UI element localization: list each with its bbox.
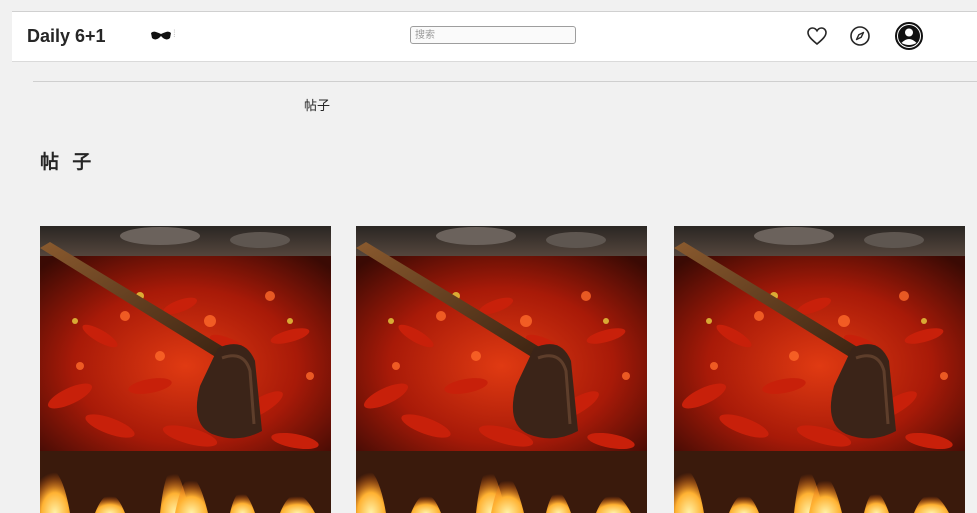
top-navigation-bar: Daily 6+1 ⁞ (12, 11, 977, 62)
glasses-icon[interactable] (150, 28, 172, 42)
profile-tabs-divider (33, 81, 977, 82)
hotpot-chili-ladle-photo (356, 226, 647, 513)
post-thumbnail[interactable] (674, 226, 965, 513)
hotpot-chili-ladle-photo (674, 226, 965, 513)
brand-separator: ⁞ (173, 29, 176, 40)
search-input[interactable] (410, 26, 576, 44)
compass-icon[interactable] (848, 24, 872, 48)
tab-posts[interactable]: 帖子 (304, 95, 330, 114)
brand-logo-link[interactable]: Daily 6+1 (27, 26, 106, 47)
post-thumbnail[interactable] (356, 226, 647, 513)
section-title: 帖 子 (40, 152, 96, 173)
post-thumbnail[interactable] (40, 226, 331, 513)
hotpot-chili-ladle-photo (40, 226, 331, 513)
heart-icon[interactable] (805, 24, 829, 48)
user-avatar-icon[interactable] (894, 21, 924, 51)
